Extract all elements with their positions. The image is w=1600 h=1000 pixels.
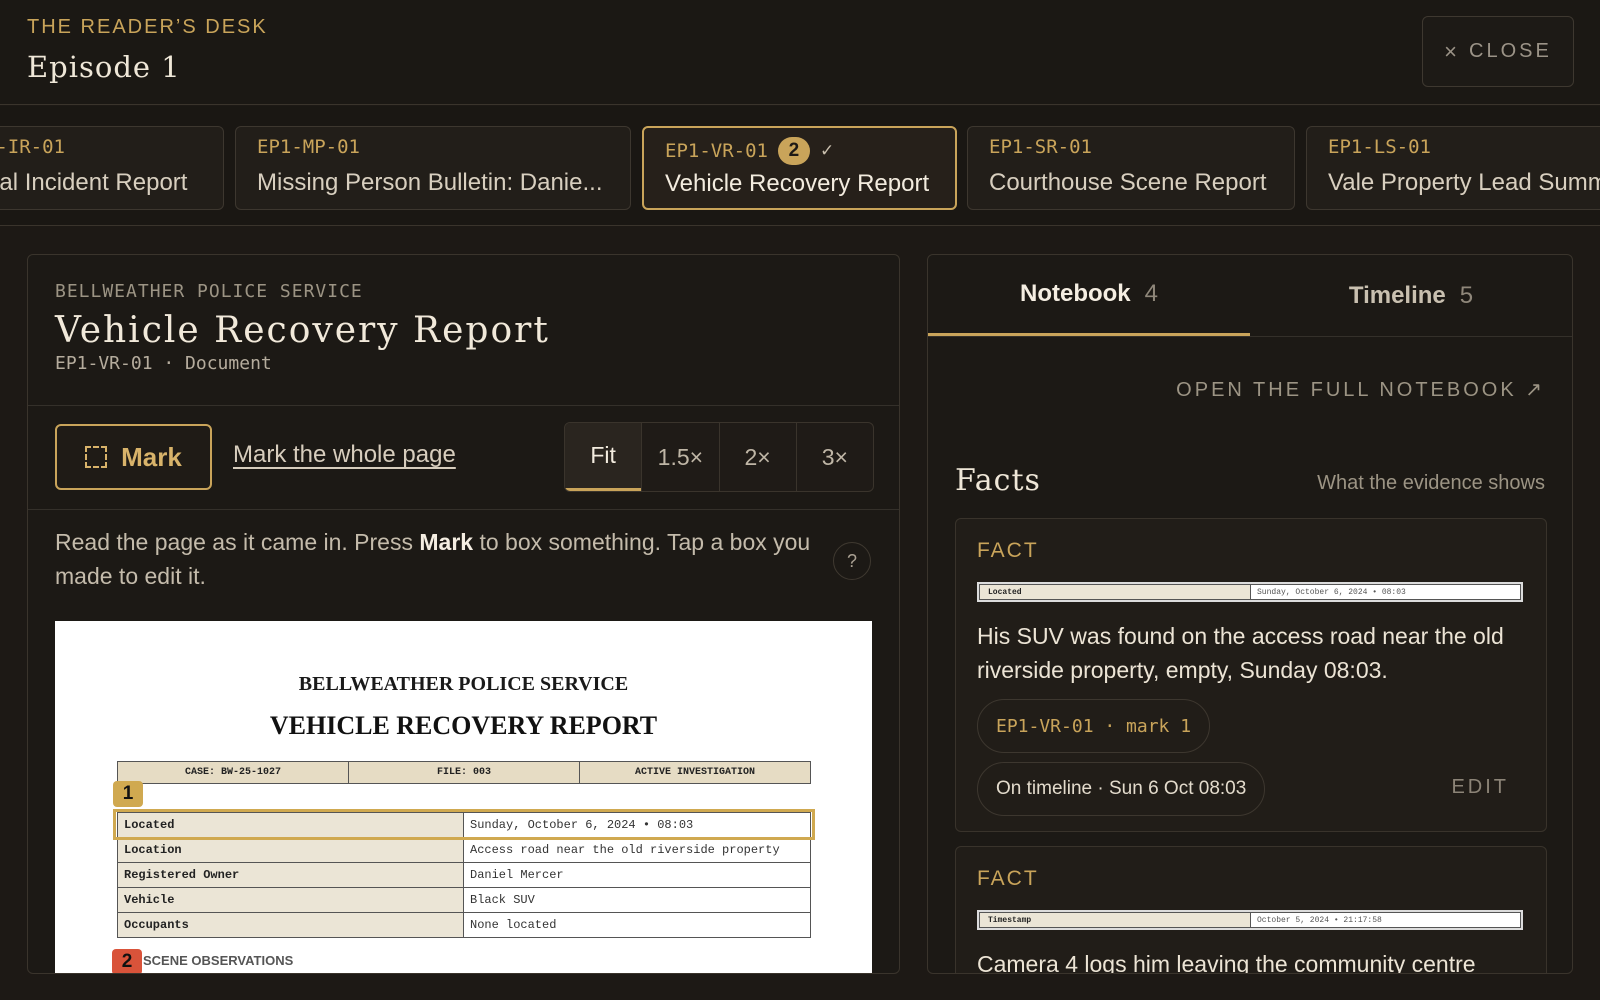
open-full-notebook-link[interactable]: OPEN THE FULL NOTEBOOK ↗ (1176, 377, 1545, 402)
table-row: Registered Owner Daniel Mercer (117, 862, 811, 888)
field-label: Location (117, 837, 464, 863)
fact-text: Camera 4 logs him leaving the community … (977, 951, 1476, 974)
zoom-selector: Fit 1.5× 2× 3× (564, 422, 874, 492)
doc-tab-title: Vehicle Recovery Report (665, 170, 930, 197)
zoom-fit-button[interactable]: Fit (565, 423, 642, 491)
table-row: Vehicle Black SUV (117, 887, 811, 913)
close-icon: × (1444, 38, 1458, 64)
page-agency-heading: BELLWEATHER POLICE SERVICE (298, 673, 629, 695)
snippet-field-value: October 5, 2024 • 21:17:58 (1251, 912, 1521, 928)
close-label: CLOSE (1469, 40, 1552, 62)
doc-tab-title: Initial Incident Report (0, 169, 188, 196)
doc-tab-code: EP1-IR-01 (0, 136, 65, 158)
document-page[interactable]: BELLWEATHER POLICE SERVICE VEHICLE RECOV… (55, 621, 872, 973)
doc-tab-title: Vale Property Lead Summary (1328, 169, 1600, 196)
zoom-3x-button[interactable]: 3× (795, 423, 873, 491)
doc-tab-ep1-sr-01[interactable]: EP1-SR-01 Courthouse Scene Report (967, 126, 1295, 210)
divider (28, 405, 899, 406)
timeline-chip[interactable]: On timeline · Sun 6 Oct 08:03 (977, 762, 1266, 816)
mark-number-2[interactable]: 2 (112, 949, 142, 973)
doc-tab-ep1-ir-01[interactable]: EP1-IR-01 Initial Incident Report (0, 126, 224, 210)
tab-label: Timeline (1348, 281, 1446, 309)
divider (28, 509, 899, 510)
episode-title: Episode 1 (27, 50, 181, 84)
fact-card[interactable]: FACT Timestamp October 5, 2024 • 21:17:5… (955, 846, 1547, 974)
file-number: FILE: 003 (348, 762, 579, 783)
document-title: Vehicle Recovery Report (55, 310, 550, 351)
doc-tab-title: Missing Person Bulletin: Danie... (257, 169, 603, 196)
case-header-row: CASE: BW-25-1027 FILE: 003 ACTIVE INVEST… (117, 761, 811, 784)
table-row: Occupants None located (117, 912, 811, 938)
page-section-heading: SCENE OBSERVATIONS (143, 953, 294, 968)
field-value: Access road near the old riverside prope… (463, 837, 811, 863)
snippet-field-value: Sunday, October 6, 2024 • 08:03 (1251, 584, 1521, 600)
mark-button-label: Mark (121, 441, 182, 472)
reader-instructions: Read the page as it came in. Press Mark … (55, 525, 815, 593)
mark-number-1[interactable]: 1 (113, 781, 143, 807)
facts-subheading: What the evidence shows (1317, 472, 1545, 494)
document-viewer: BELLWEATHER POLICE SERVICE Vehicle Recov… (27, 254, 900, 974)
document-agency: BELLWEATHER POLICE SERVICE (55, 281, 363, 302)
field-label: Occupants (117, 912, 464, 938)
source-chip[interactable]: EP1-VR-01 · mark 1 (977, 699, 1211, 753)
doc-tab-ep1-vr-01[interactable]: EP1-VR-01 2 ✓ Vehicle Recovery Report (642, 126, 957, 210)
page-report-title: VEHICLE RECOVERY REPORT (269, 711, 658, 740)
field-label: Registered Owner (117, 862, 464, 888)
tab-notebook[interactable]: Notebook 4 (928, 255, 1250, 336)
panel-tabs: Notebook 4 Timeline 5 (928, 255, 1572, 337)
doc-tab-ep1-mp-01[interactable]: EP1-MP-01 Missing Person Bulletin: Danie… (235, 126, 631, 210)
edit-fact-button[interactable]: EDIT (1451, 776, 1509, 799)
doc-tab-code: EP1-LS-01 (1328, 136, 1431, 158)
close-button[interactable]: × CLOSE (1422, 16, 1574, 87)
mark-box-1[interactable] (113, 809, 815, 840)
mark-button[interactable]: Mark (55, 424, 212, 490)
table-row: Location Access road near the old riversi… (117, 837, 811, 863)
tab-label: Notebook (1019, 280, 1131, 307)
mark-count-badge: 2 (777, 137, 810, 165)
fact-text: His SUV was found on the access road nea… (977, 623, 1504, 683)
fact-label: FACT (977, 539, 1039, 562)
tab-count: 4 (1144, 280, 1159, 307)
facts-heading: Facts (955, 463, 1041, 498)
doc-tab-code: EP1-VR-01 (665, 140, 768, 162)
document-tabs: EP1-IR-01 Initial Incident Report EP1-MP… (0, 106, 1600, 226)
field-value: None located (463, 912, 811, 938)
fact-card[interactable]: FACT Located Sunday, October 6, 2024 • 0… (955, 518, 1547, 832)
tab-timeline[interactable]: Timeline 5 (1250, 255, 1572, 336)
zoom-1-5x-button[interactable]: 1.5× (641, 423, 718, 491)
doc-tab-code: EP1-MP-01 (257, 136, 360, 158)
marquee-select-icon (85, 446, 108, 468)
help-button[interactable]: ? (833, 542, 871, 580)
snippet-field-label: Timestamp (979, 912, 1251, 928)
zoom-2x-button[interactable]: 2× (718, 423, 796, 491)
check-icon: ✓ (819, 141, 835, 161)
snippet-field-label: Located (979, 584, 1251, 600)
notebook-panel: Notebook 4 Timeline 5 OPEN THE FULL NOTE… (927, 254, 1573, 974)
app-kicker: THE READER’S DESK (27, 16, 268, 38)
case-number: CASE: BW-25-1027 (184, 767, 281, 778)
mark-whole-page-link[interactable]: Mark the whole page (233, 441, 456, 469)
field-label: Vehicle (117, 887, 464, 913)
instructions-emphasis: Mark (419, 529, 474, 555)
fact-label: FACT (977, 867, 1039, 890)
doc-tab-code: EP1-SR-01 (989, 136, 1092, 158)
tab-count: 5 (1459, 281, 1474, 309)
document-meta: EP1-VR-01 · Document (55, 353, 272, 374)
evidence-snippet: Located Sunday, October 6, 2024 • 08:03 (977, 582, 1523, 602)
doc-tab-ep1-ls-01[interactable]: EP1-LS-01 Vale Property Lead Summary (1306, 126, 1600, 210)
evidence-snippet: Timestamp October 5, 2024 • 21:17:58 (977, 910, 1523, 930)
field-value: Black SUV (463, 887, 811, 913)
field-value: Daniel Mercer (463, 862, 811, 888)
top-header: THE READER’S DESK Episode 1 × CLOSE (0, 0, 1600, 105)
case-status: ACTIVE INVESTIGATION (579, 762, 810, 783)
instructions-text: Read the page as it came in. Press (55, 529, 420, 555)
doc-tab-title: Courthouse Scene Report (989, 169, 1267, 196)
